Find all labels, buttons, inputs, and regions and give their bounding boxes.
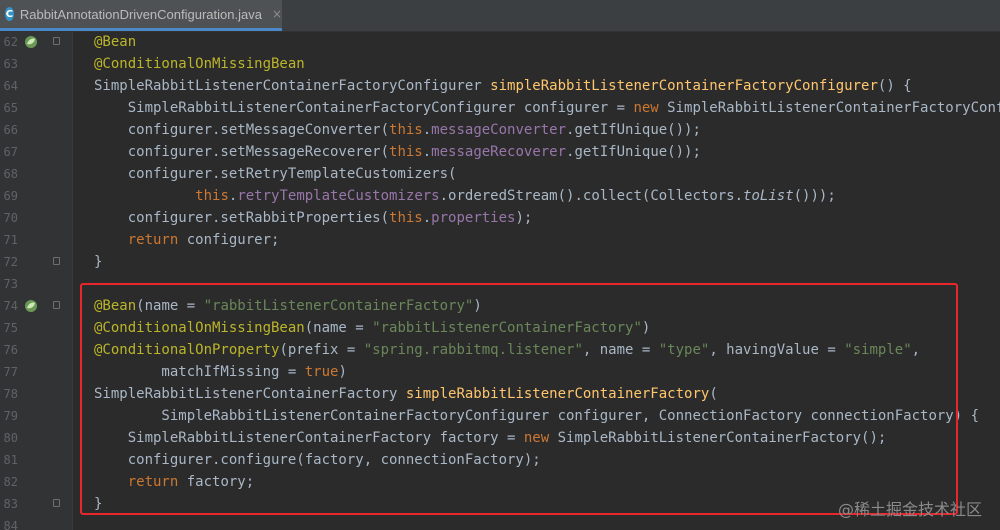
code-text: SimpleRabbitListenerContainerFactoryConf… <box>94 75 912 97</box>
line-number: 70 <box>3 211 18 225</box>
line-number: 65 <box>3 101 18 115</box>
line-number: 79 <box>3 409 18 423</box>
code-text: configurer.setMessageConverter(this.mess… <box>94 119 701 141</box>
code-token: () { <box>877 78 912 94</box>
code-token: . <box>422 122 432 138</box>
code-token: retryTemplateCustomizers <box>237 188 440 204</box>
editor-tab-bar: C RabbitAnnotationDrivenConfiguration.ja… <box>0 0 1000 32</box>
fold-icon[interactable] <box>53 499 60 507</box>
line-number: 66 <box>3 123 18 137</box>
code-text: return configurer; <box>94 229 280 251</box>
code-token: . <box>422 210 432 226</box>
code-token: ); <box>515 210 533 226</box>
code-line: 64 SimpleRabbitListenerContainerFactoryCo… <box>0 75 1000 97</box>
line-number: 80 <box>3 431 18 445</box>
code-token: return <box>127 232 179 248</box>
code-token: . <box>422 144 432 160</box>
code-line: 62 @Bean <box>0 31 1000 53</box>
fold-icon[interactable] <box>53 257 60 265</box>
code-token: .getIfUnique()); <box>566 144 701 160</box>
code-text: this.retryTemplateCustomizers.orderedStr… <box>94 185 836 207</box>
code-token: .getIfUnique()); <box>566 122 701 138</box>
line-number: 71 <box>3 233 18 247</box>
code-line: 69 this.retryTemplateCustomizers.ordered… <box>0 185 1000 207</box>
close-icon[interactable]: × <box>272 7 282 21</box>
code-line: 68 configurer.setRetryTemplateCustomizer… <box>0 163 1000 185</box>
code-text: @ConditionalOnMissingBean <box>94 53 305 75</box>
code-line: 67 configurer.setMessageRecoverer(this.m… <box>0 141 1000 163</box>
code-token: this <box>195 188 229 204</box>
code-line: 65 SimpleRabbitListenerContainerFactoryC… <box>0 97 1000 119</box>
spring-bean-icon[interactable] <box>24 299 38 313</box>
line-number: 69 <box>3 189 18 203</box>
code-text: @Bean <box>94 31 136 53</box>
code-token: configurer.setMessageRecoverer( <box>94 144 390 160</box>
code-text: SimpleRabbitListenerContainerFactoryConf… <box>94 97 1000 119</box>
file-tab[interactable]: C RabbitAnnotationDrivenConfiguration.ja… <box>0 0 282 31</box>
line-number: 76 <box>3 343 18 357</box>
code-token: configurer.setMessageConverter( <box>94 122 390 138</box>
line-number: 82 <box>3 475 18 489</box>
code-token: this <box>389 144 423 160</box>
code-token: simpleRabbitListenerContainerFactoryConf… <box>490 78 878 94</box>
code-token: SimpleRabbitListenerContainerFactoryConf… <box>667 100 1000 116</box>
code-token: new <box>633 100 659 116</box>
code-token: ())); <box>793 188 836 204</box>
code-token: @ConditionalOnMissingBean <box>94 56 305 72</box>
watermark: @稀土掘金技术社区 <box>837 500 982 519</box>
line-number: 73 <box>3 277 18 291</box>
code-token: } <box>94 254 103 270</box>
code-token: this <box>389 210 423 226</box>
code-text: configurer.setRabbitProperties(this.prop… <box>94 207 533 229</box>
line-number: 84 <box>3 519 18 530</box>
line-number: 68 <box>3 167 18 181</box>
code-editor[interactable]: 62 @Bean 63 @ConditionalOnMissingBean 64 Simp… <box>0 31 1000 530</box>
highlight-box <box>80 283 958 515</box>
code-token: properties <box>431 210 516 226</box>
code-token: configurer; <box>178 232 280 248</box>
code-token: this <box>389 122 423 138</box>
line-number: 62 <box>3 35 18 49</box>
code-token: messageRecoverer <box>431 144 567 160</box>
line-number: 64 <box>3 79 18 93</box>
line-number: 63 <box>3 57 18 71</box>
code-token: SimpleRabbitListenerContainerFactoryConf… <box>94 78 491 94</box>
fold-icon[interactable] <box>53 301 60 309</box>
line-number: 75 <box>3 321 18 335</box>
line-number: 67 <box>3 145 18 159</box>
code-token: .orderedStream().collect(Collectors. <box>439 188 744 204</box>
c-class-icon: C <box>5 7 14 21</box>
line-number: 74 <box>3 299 18 313</box>
code-token: messageConverter <box>431 122 567 138</box>
code-line: 70 configurer.setRabbitProperties(this.p… <box>0 207 1000 229</box>
line-number: 83 <box>3 497 18 511</box>
code-line: 72} <box>0 251 1000 273</box>
code-line: 71 return configurer; <box>0 229 1000 251</box>
code-token: configurer.setRabbitProperties( <box>94 210 390 226</box>
code-text: configurer.setRetryTemplateCustomizers( <box>94 163 457 185</box>
code-token: @Bean <box>94 34 137 50</box>
code-line: 66 configurer.setMessageConverter(this.m… <box>0 119 1000 141</box>
file-tab-label: RabbitAnnotationDrivenConfiguration.java <box>19 6 262 22</box>
spring-bean-icon[interactable] <box>24 35 38 49</box>
line-number: 77 <box>3 365 18 379</box>
code-token: SimpleRabbitListenerContainerFactoryConf… <box>94 100 634 116</box>
code-token: toList <box>743 188 794 204</box>
code-text: } <box>94 251 102 273</box>
code-token: configurer.setRetryTemplateCustomizers( <box>94 166 457 182</box>
line-number: 72 <box>3 255 18 269</box>
fold-icon[interactable] <box>53 37 60 45</box>
code-line: 63 @ConditionalOnMissingBean <box>0 53 1000 75</box>
line-number: 81 <box>3 453 18 467</box>
line-number: 78 <box>3 387 18 401</box>
code-text: configurer.setMessageRecoverer(this.mess… <box>94 141 701 163</box>
